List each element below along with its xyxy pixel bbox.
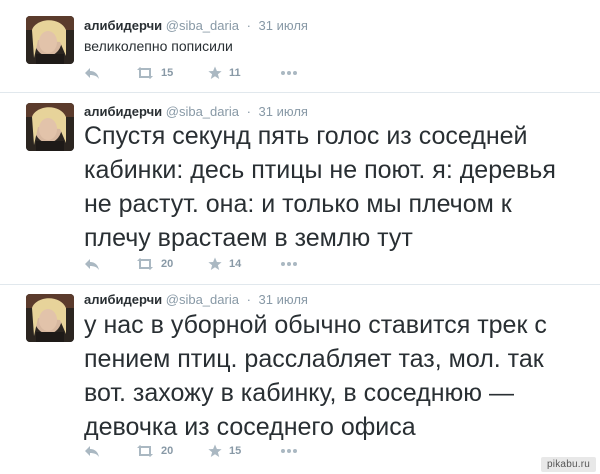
reply-icon xyxy=(85,446,99,457)
tweet-text-line: девочка из соседнего офиса xyxy=(84,413,416,441)
star-icon xyxy=(208,66,222,79)
star-icon xyxy=(208,257,222,270)
tweet-text-line: у нас в уборной обычно ставится трек с xyxy=(84,311,547,339)
separator: · xyxy=(246,292,251,307)
timestamp[interactable]: 31 июля xyxy=(259,292,308,307)
reply-button[interactable] xyxy=(84,66,100,80)
favorite-count: 11 xyxy=(229,67,241,79)
more-icon xyxy=(281,71,297,75)
favorite-button[interactable]: 11 xyxy=(208,66,241,80)
reply-button[interactable] xyxy=(84,257,100,271)
tweet-text: великолепно пописили xyxy=(84,38,233,54)
tweet[interactable]: алибидерчи @siba_daria · 31 июля Спустя … xyxy=(0,92,600,285)
fullname[interactable]: алибидерчи xyxy=(84,104,162,119)
tweet-text: Спустя секунд пять голос из соседней каб… xyxy=(84,119,556,255)
favorite-count: 14 xyxy=(229,258,242,270)
timestamp[interactable]: 31 июля xyxy=(259,104,308,119)
reply-button[interactable] xyxy=(84,444,100,458)
retweet-count: 15 xyxy=(161,67,174,79)
more-icon xyxy=(281,449,297,453)
more-button[interactable] xyxy=(280,445,298,457)
retweet-icon xyxy=(137,67,153,79)
fullname[interactable]: алибидерчи xyxy=(84,18,162,33)
tweet[interactable]: алибидерчи @siba_daria · 31 июля у нас в… xyxy=(0,284,600,474)
more-icon xyxy=(281,262,297,266)
reply-icon xyxy=(85,259,99,270)
tweet-text: у нас в уборной обычно ставится трек с п… xyxy=(84,308,547,444)
favorite-button[interactable]: 15 xyxy=(208,444,241,458)
retweet-button[interactable]: 15 xyxy=(136,66,173,80)
reply-icon xyxy=(85,68,99,79)
fullname[interactable]: алибидерчи xyxy=(84,292,162,307)
tweet-text-line: вот. захожу в кабинку, в соседнюю — xyxy=(84,379,515,407)
tweet-text-line: кабинки: десь птицы не поют. я: деревья xyxy=(84,156,556,184)
tweet[interactable]: алибидерчи @siba_daria · 31 июля великол… xyxy=(0,0,600,93)
tweet-text-line: Спустя секунд пять голос из соседней xyxy=(84,122,528,150)
username[interactable]: @siba_daria xyxy=(166,292,239,307)
avatar[interactable] xyxy=(26,16,74,64)
favorite-count: 15 xyxy=(229,445,242,457)
timestamp[interactable]: 31 июля xyxy=(259,18,308,33)
avatar[interactable] xyxy=(26,103,74,151)
retweet-count: 20 xyxy=(161,445,174,457)
watermark: pikabu.ru xyxy=(541,457,596,472)
avatar[interactable] xyxy=(26,294,74,342)
retweet-button[interactable]: 20 xyxy=(136,444,173,458)
username[interactable]: @siba_daria xyxy=(166,18,239,33)
tweet-text-line: не растут. она: и только мы плечом к xyxy=(84,190,512,218)
tweet-text-line: пением птиц. расслабляет таз, мол. так xyxy=(84,345,544,373)
more-button[interactable] xyxy=(280,258,298,270)
separator: · xyxy=(246,18,251,33)
more-button[interactable] xyxy=(280,67,298,79)
separator: · xyxy=(246,104,251,119)
favorite-button[interactable]: 14 xyxy=(208,257,241,271)
tweet-feed: алибидерчи @siba_daria · 31 июля великол… xyxy=(0,0,600,474)
retweet-icon xyxy=(137,258,153,270)
retweet-count: 20 xyxy=(161,258,174,270)
retweet-icon xyxy=(137,445,153,457)
star-icon xyxy=(208,444,222,457)
tweet-text-line: плечу врастаем в землю тут xyxy=(84,224,413,252)
retweet-button[interactable]: 20 xyxy=(136,257,173,271)
username[interactable]: @siba_daria xyxy=(166,104,239,119)
